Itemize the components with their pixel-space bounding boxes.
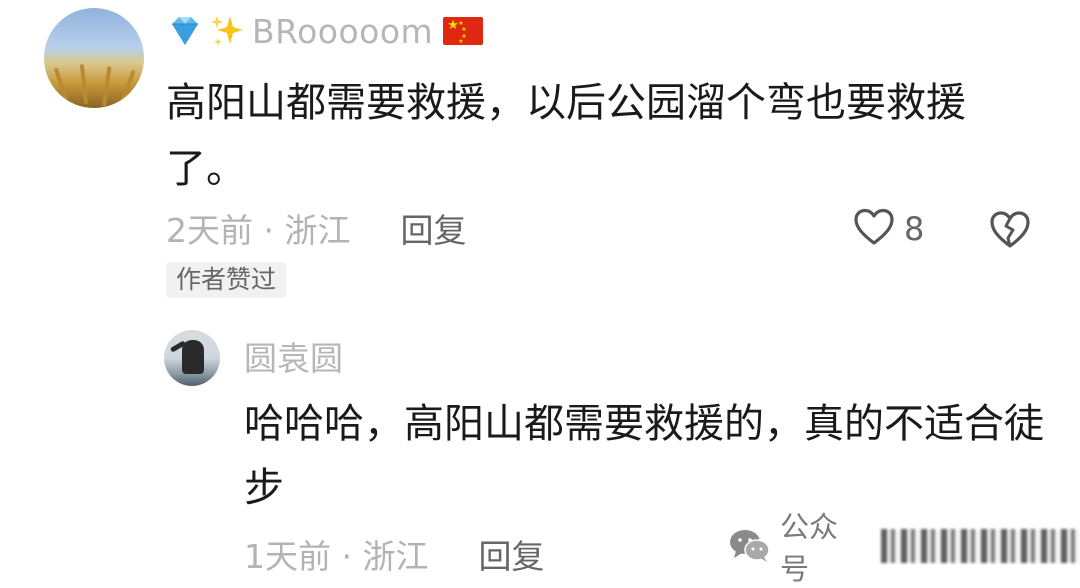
reply-meta: 1天前 · 浙江 回复 <box>244 530 544 578</box>
reply-button[interactable]: 回复 <box>400 204 466 252</box>
reply-avatar[interactable] <box>164 330 220 386</box>
username[interactable]: BRooooom <box>252 12 433 51</box>
heart-icon[interactable] <box>852 207 896 251</box>
like-count: 8 <box>904 210 925 248</box>
time-location: 2天前 · 浙江 <box>166 211 351 250</box>
broken-heart-icon[interactable] <box>988 208 1032 250</box>
avatar[interactable] <box>44 8 144 108</box>
reply-username[interactable]: 圆袁圆 <box>244 332 343 380</box>
comment-text: 高阳山都需要救援，以后公园溜个弯也要救援了。 <box>166 80 966 192</box>
wechat-icon <box>728 527 772 565</box>
china-flag-icon: ★ ★ ★ ★ ★ <box>443 17 484 45</box>
comment-meta: 2天前 · 浙江 回复 <box>166 204 466 252</box>
watermark: 公众号 <box>728 510 1080 586</box>
author-liked-badge: 作者赞过 <box>166 262 287 298</box>
sparkle-icon <box>208 12 246 50</box>
watermark-account-name <box>880 529 1080 563</box>
reply-reply-button[interactable]: 回复 <box>478 530 544 578</box>
username-row: BRooooom ★ ★ ★ ★ ★ <box>166 10 484 52</box>
reply-time-location: 1天前 · 浙江 <box>244 537 429 576</box>
gem-icon <box>166 12 204 50</box>
watermark-label: 公众号 <box>780 510 839 586</box>
reply-text: 哈哈哈，高阳山都需要救援的，真的不适合徒步 <box>244 401 1044 511</box>
like-button[interactable]: 8 <box>852 208 924 250</box>
